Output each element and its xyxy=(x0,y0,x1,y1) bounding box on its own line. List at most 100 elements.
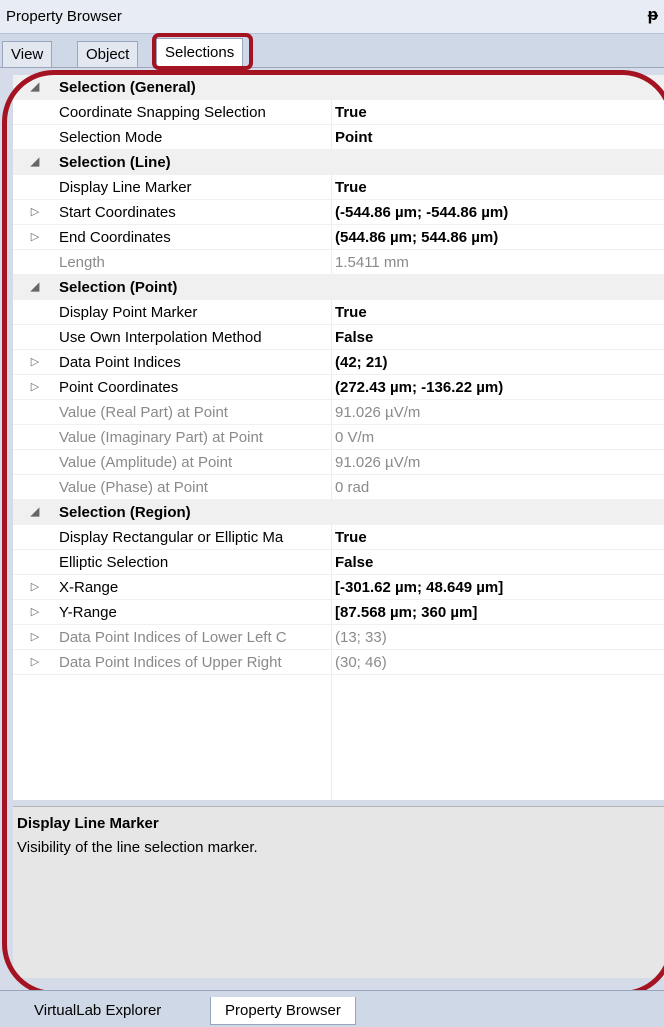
expand-icon[interactable]: ▷ xyxy=(13,625,57,650)
description-panel: Display Line Marker Visibility of the li… xyxy=(13,806,664,978)
property-row[interactable]: ▷ Data Point Indices of Upper Right (30; 4… xyxy=(13,650,664,675)
property-name: Data Point Indices xyxy=(59,354,181,371)
property-name: Value (Imaginary Part) at Point xyxy=(59,429,263,446)
property-row[interactable]: Use Own Interpolation Method False xyxy=(13,325,664,350)
category-row[interactable]: ◢ Selection (Region) xyxy=(13,500,664,525)
collapse-icon[interactable]: ◢ xyxy=(13,75,57,100)
property-name: Value (Real Part) at Point xyxy=(59,404,228,421)
category-title: Selection (Line) xyxy=(59,154,171,171)
property-name: Display Line Marker xyxy=(59,179,192,196)
property-row[interactable]: ▷ Y-Range [87.568 µm; 360 µm] xyxy=(13,600,664,625)
collapse-icon[interactable]: ◢ xyxy=(13,275,57,300)
category-row[interactable]: ◢ Selection (General) xyxy=(13,75,664,100)
property-value[interactable]: [-301.62 µm; 48.649 µm] xyxy=(335,575,664,600)
row-gutter xyxy=(13,400,57,425)
property-value[interactable]: (42; 21) xyxy=(335,350,664,375)
property-row[interactable]: ▷ End Coordinates (544.86 µm; 544.86 µm) xyxy=(13,225,664,250)
bottom-tab-label: VirtualLab Explorer xyxy=(34,1002,162,1019)
property-row[interactable]: Selection Mode Point xyxy=(13,125,664,150)
pin-icon[interactable]: ᵽ xyxy=(648,5,658,25)
property-value[interactable]: (272.43 µm; -136.22 µm) xyxy=(335,375,664,400)
property-value[interactable]: True xyxy=(335,100,664,125)
row-gutter xyxy=(13,250,57,275)
row-gutter xyxy=(13,450,57,475)
property-value[interactable]: True xyxy=(335,525,664,550)
property-value[interactable]: Point xyxy=(335,125,664,150)
property-name: X-Range xyxy=(59,579,119,596)
tab-view[interactable]: View xyxy=(2,41,53,67)
property-name: Y-Range xyxy=(59,604,117,621)
property-name: Display Rectangular or Elliptic Ma xyxy=(59,529,284,546)
property-row[interactable]: Display Point Marker True xyxy=(13,300,664,325)
property-name: Length xyxy=(59,254,105,271)
property-name: End Coordinates xyxy=(59,229,171,246)
bottom-tab-strip: VirtualLab Explorer Property Browser xyxy=(0,990,664,1027)
property-value[interactable]: True xyxy=(335,175,664,200)
property-row[interactable]: Display Line Marker True xyxy=(13,175,664,200)
property-name: Point Coordinates xyxy=(59,379,179,396)
panel-title: Property Browser xyxy=(6,8,122,25)
property-row[interactable]: ▷ Data Point Indices of Lower Left C (13; … xyxy=(13,625,664,650)
expand-icon[interactable]: ▷ xyxy=(13,375,57,400)
tab-view-label: View xyxy=(11,46,44,63)
row-gutter xyxy=(13,175,57,200)
property-value: 91.026 µV/m xyxy=(335,454,421,471)
property-row[interactable]: Value (Amplitude) at Point 91.026 µV/m xyxy=(13,450,664,475)
property-row[interactable]: ▷ Start Coordinates (-544.86 µm; -544.86 µ… xyxy=(13,200,664,225)
property-value: 91.026 µV/m xyxy=(335,404,421,421)
category-title: Selection (General) xyxy=(59,79,196,96)
property-name: Data Point Indices of Lower Left C xyxy=(59,629,287,646)
property-row[interactable]: Value (Real Part) at Point 91.026 µV/m xyxy=(13,400,664,425)
bottom-tab-virtuallab-explorer[interactable]: VirtualLab Explorer xyxy=(20,997,175,1025)
property-row[interactable]: Display Rectangular or Elliptic Ma True xyxy=(13,525,664,550)
property-value[interactable]: (-544.86 µm; -544.86 µm) xyxy=(335,200,664,225)
property-row[interactable]: Length 1.5411 mm xyxy=(13,250,664,275)
property-row[interactable]: Value (Imaginary Part) at Point 0 V/m xyxy=(13,425,664,450)
property-value: (13; 33) xyxy=(335,629,387,646)
description-title: Display Line Marker xyxy=(17,815,159,832)
property-name: Value (Amplitude) at Point xyxy=(59,454,233,471)
property-name: Selection Mode xyxy=(59,129,163,146)
panel-titlebar: Property Browser ᵽ xyxy=(0,0,664,34)
row-gutter xyxy=(13,300,57,325)
row-gutter xyxy=(13,475,57,500)
row-gutter xyxy=(13,525,57,550)
property-row[interactable]: Coordinate Snapping Selection True xyxy=(13,100,664,125)
property-row[interactable]: ▷ X-Range [-301.62 µm; 48.649 µm] xyxy=(13,575,664,600)
description-text: Visibility of the line selection marker. xyxy=(17,839,258,856)
property-name: Data Point Indices of Upper Right xyxy=(59,654,282,671)
row-gutter xyxy=(13,100,57,125)
property-value: 1.5411 mm xyxy=(335,254,409,271)
tab-object[interactable]: Object xyxy=(77,41,139,67)
property-row[interactable]: ▷ Data Point Indices (42; 21) xyxy=(13,350,664,375)
property-name: Value (Phase) at Point xyxy=(59,479,208,496)
bottom-tab-property-browser[interactable]: Property Browser xyxy=(210,997,356,1025)
property-name: Start Coordinates xyxy=(59,204,176,221)
property-row[interactable]: Value (Phase) at Point 0 rad xyxy=(13,475,664,500)
property-value[interactable]: [87.568 µm; 360 µm] xyxy=(335,600,664,625)
expand-icon[interactable]: ▷ xyxy=(13,200,57,225)
category-title: Selection (Region) xyxy=(59,504,191,521)
row-gutter xyxy=(13,550,57,575)
category-row[interactable]: ◢ Selection (Point) xyxy=(13,275,664,300)
property-value[interactable]: True xyxy=(335,300,664,325)
property-value: (30; 46) xyxy=(335,654,387,671)
property-value[interactable]: False xyxy=(335,550,664,575)
property-row[interactable]: Elliptic Selection False xyxy=(13,550,664,575)
collapse-icon[interactable]: ◢ xyxy=(13,500,57,525)
property-row[interactable]: ▷ Point Coordinates (272.43 µm; -136.22 µm… xyxy=(13,375,664,400)
expand-icon[interactable]: ▷ xyxy=(13,350,57,375)
expand-icon[interactable]: ▷ xyxy=(13,225,57,250)
property-name: Coordinate Snapping Selection xyxy=(59,104,266,121)
expand-icon[interactable]: ▷ xyxy=(13,650,57,675)
expand-icon[interactable]: ▷ xyxy=(13,600,57,625)
row-gutter xyxy=(13,125,57,150)
property-value[interactable]: False xyxy=(335,325,664,350)
category-row[interactable]: ◢ Selection (Line) xyxy=(13,150,664,175)
collapse-icon[interactable]: ◢ xyxy=(13,150,57,175)
tab-selections[interactable]: Selections xyxy=(156,38,244,68)
expand-icon[interactable]: ▷ xyxy=(13,575,57,600)
property-value: 0 rad xyxy=(335,479,370,496)
property-grid: ◢ Selection (General) Coordinate Snapping … xyxy=(13,75,664,800)
property-value[interactable]: (544.86 µm; 544.86 µm) xyxy=(335,225,664,250)
